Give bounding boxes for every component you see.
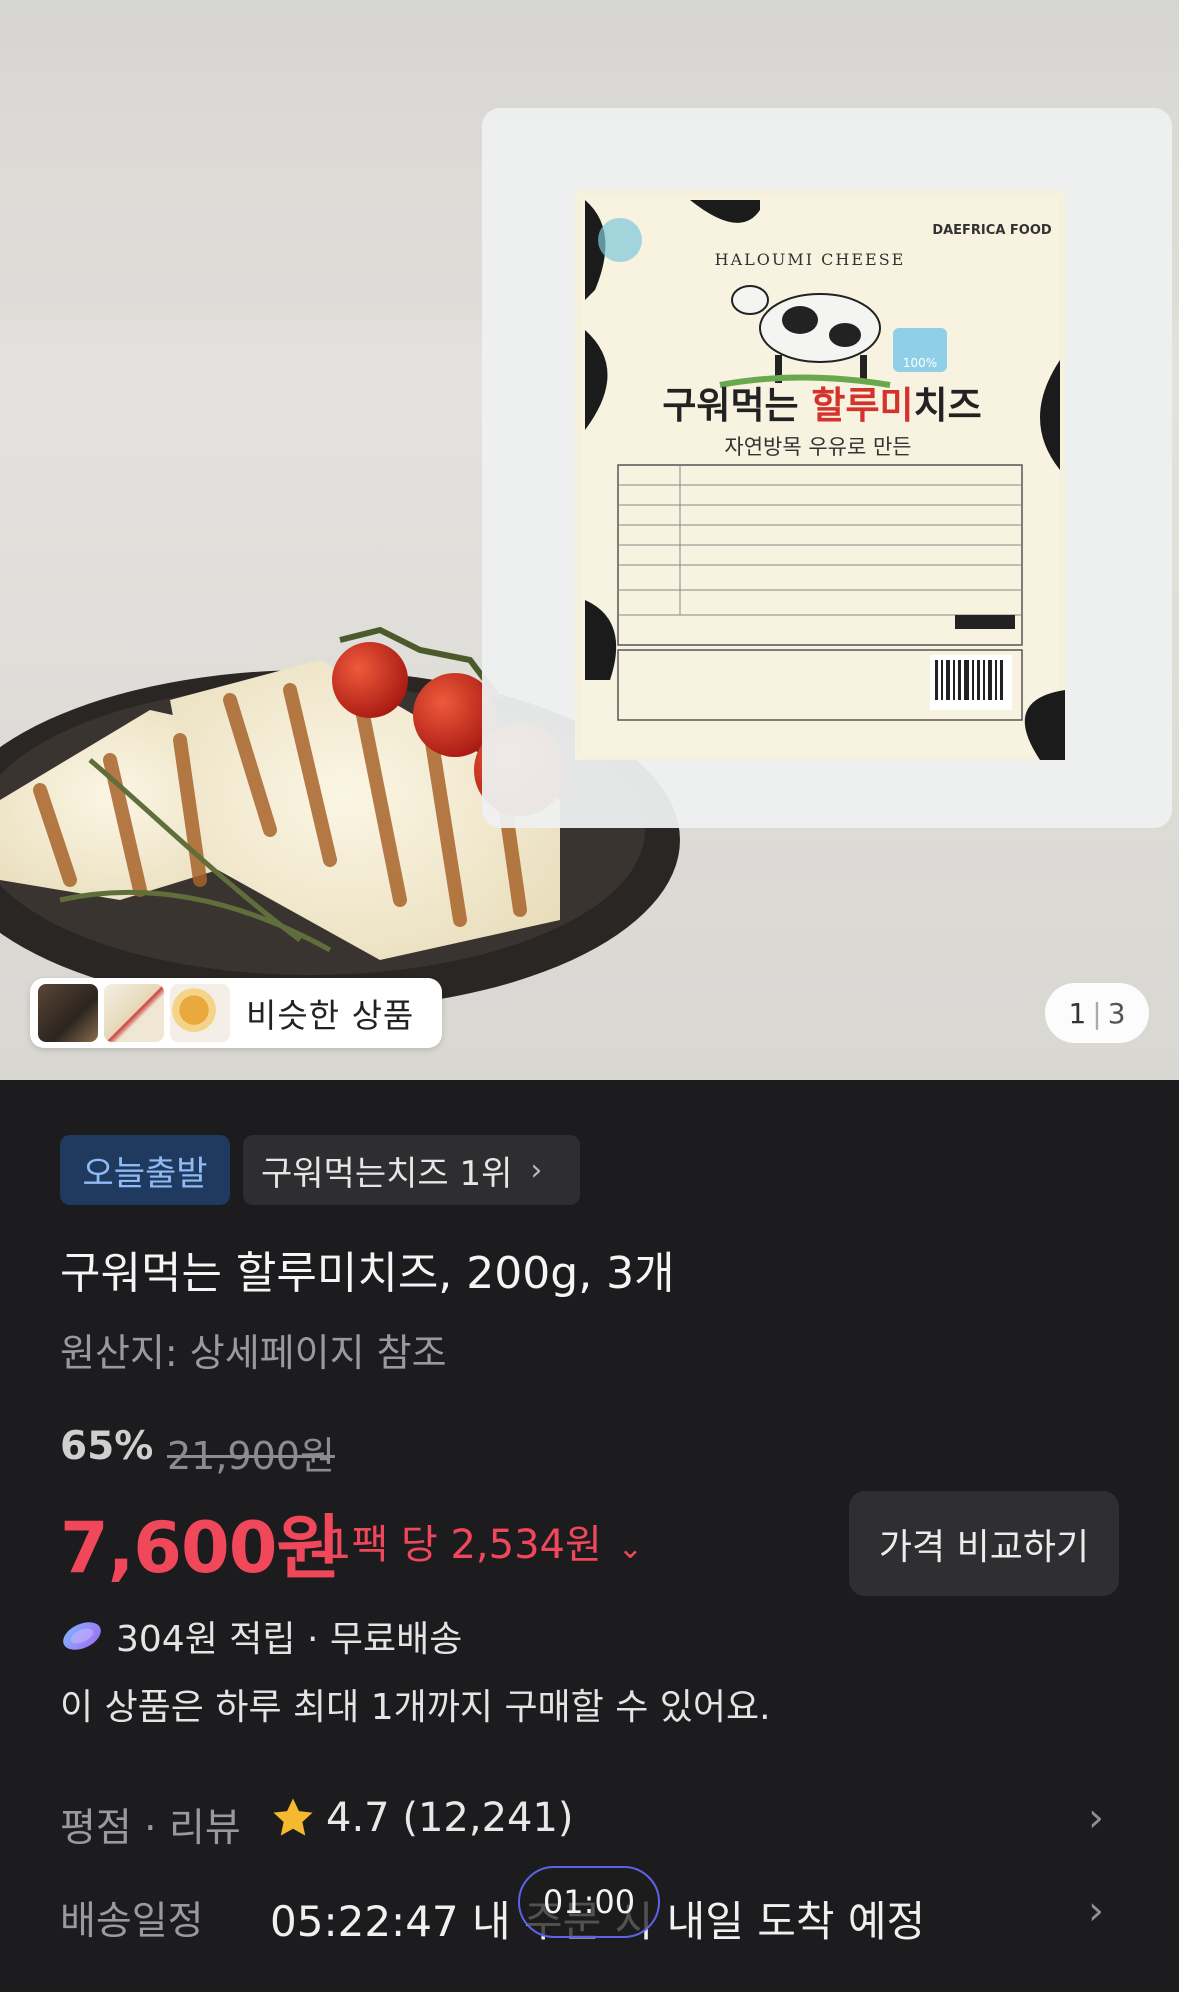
today-shipping-badge: 오늘출발 <box>60 1135 230 1205</box>
similar-products-label: 비슷한 상품 <box>246 996 415 1035</box>
image-page-indicator: 1 | 3 <box>1045 983 1149 1043</box>
review-count: (12,241) <box>402 1795 574 1841</box>
product-origin: 원산지: 상세페이지 참조 <box>60 1331 447 1375</box>
unit-price-dropdown[interactable]: 1팩 당 2,534원 ⌄ <box>326 1512 643 1570</box>
delivery-schedule-label: 배송일정 <box>60 1899 204 1944</box>
page-current: 1 <box>1068 996 1087 1030</box>
category-rank-link[interactable]: 구워먹는치즈 1위 › <box>243 1135 580 1205</box>
points-shipping-text: 304원 적립 · 무료배송 <box>116 1619 463 1660</box>
unit-price-label: 1팩 당 2,534원 <box>326 1522 602 1568</box>
chevron-down-icon: ⌄ <box>617 1531 643 1566</box>
rating-score: 4.7 <box>326 1795 390 1841</box>
product-title: 구워먹는 할루미치즈, 200g, 3개 <box>60 1248 675 1299</box>
chevron-right-icon: › <box>530 1152 543 1188</box>
category-rank-label: 구워먹는치즈 1위 <box>261 1153 513 1194</box>
sale-price: 7,600원 <box>60 1507 341 1589</box>
package-label-en: HALOUMI CHEESE <box>715 250 906 269</box>
rating-review-label: 평점 · 리뷰 <box>60 1806 241 1851</box>
similar-thumbnail <box>104 984 164 1042</box>
package-subtitle: 자연방목 우유로 만든 <box>724 435 911 459</box>
timer-overlay: 01:00 <box>518 1866 660 1938</box>
purchase-limit-notice: 이 상품은 하루 최대 1개까지 구매할 수 있어요. <box>60 1687 771 1728</box>
today-shipping-label: 오늘출발 <box>82 1153 208 1194</box>
reward-points-icon <box>63 1622 101 1650</box>
package-badge: 100% <box>903 356 937 370</box>
cheese-package: 100% HALOUMI CHEESE DAEFRICA FOOD 구워먹는 할… <box>482 108 1172 828</box>
package-name: 구워먹는 할루미치즈 <box>662 384 981 427</box>
package-brand: DAEFRICA FOOD <box>932 223 1052 238</box>
chevron-right-icon[interactable]: › <box>1088 1795 1104 1841</box>
original-price: 21,900원 <box>167 1434 335 1478</box>
similar-thumbnail <box>38 984 98 1042</box>
product-image[interactable]: 100% HALOUMI CHEESE DAEFRICA FOOD 구워먹는 할… <box>0 0 1179 1080</box>
product-info: 오늘출발 구워먹는치즈 1위 › 구워먹는 할루미치즈, 200g, 3개 원산… <box>0 1080 1179 1992</box>
chevron-right-icon[interactable]: › <box>1088 1888 1104 1934</box>
similar-thumbnail <box>170 984 230 1042</box>
page-total: 3 <box>1107 996 1126 1030</box>
rating-summary[interactable]: 4.7 (12,241) <box>270 1795 574 1841</box>
price-compare-button[interactable]: 가격 비교하기 <box>849 1491 1119 1596</box>
discount-rate: 65% <box>60 1424 154 1469</box>
benefits-row: 304원 적립 · 무료배송 <box>60 1610 462 1662</box>
product-photo: 100% HALOUMI CHEESE DAEFRICA FOOD 구워먹는 할… <box>0 0 1179 1080</box>
similar-products-button[interactable]: 비슷한 상품 <box>30 978 442 1048</box>
timer-text: 01:00 <box>542 1883 636 1921</box>
price-compare-label: 가격 비교하기 <box>878 1526 1090 1568</box>
page-separator: | <box>1092 996 1102 1030</box>
star-icon <box>273 1798 313 1836</box>
